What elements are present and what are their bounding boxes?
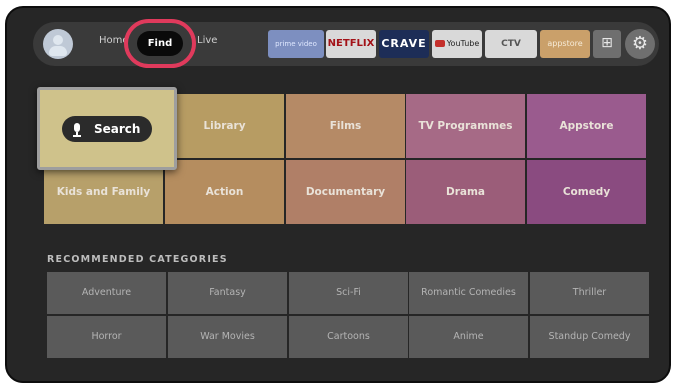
rec-tile[interactable]: War Movies xyxy=(168,316,287,358)
tile-documentary[interactable]: Documentary xyxy=(286,160,405,224)
youtube-label: YouTube xyxy=(446,39,480,48)
app-grid-icon[interactable]: ⊞ xyxy=(593,30,621,58)
app-prime-video[interactable]: prime video xyxy=(268,30,324,58)
rec-tile[interactable]: Standup Comedy xyxy=(530,316,649,358)
search-button[interactable]: Search xyxy=(62,116,152,142)
tile-tv-programmes[interactable]: TV Programmes xyxy=(406,94,525,158)
app-ctv[interactable]: CTV xyxy=(485,30,537,58)
rec-tile[interactable]: Anime xyxy=(409,316,528,358)
tile-library[interactable]: Library xyxy=(165,94,284,158)
rec-tile[interactable]: Adventure xyxy=(47,272,166,314)
app-netflix[interactable]: NETFLIX xyxy=(326,30,376,58)
tile-action[interactable]: Action xyxy=(165,160,284,224)
microphone-icon xyxy=(74,123,80,132)
rec-tile[interactable]: Romantic Comedies xyxy=(409,272,528,314)
rec-tile[interactable]: Thriller xyxy=(530,272,649,314)
find-highlight-ring xyxy=(124,19,196,68)
app-crave[interactable]: CRAVE xyxy=(379,30,429,58)
rec-tile[interactable]: Fantasy xyxy=(168,272,287,314)
microphone-base xyxy=(73,135,81,137)
tile-films[interactable]: Films xyxy=(286,94,405,158)
tv-screen: Home Live Find prime video NETFLIX CRAVE… xyxy=(5,6,671,383)
profile-avatar-icon[interactable] xyxy=(43,29,73,59)
recommended-categories: Adventure Fantasy Sci-Fi Romantic Comedi… xyxy=(47,272,651,360)
recommended-categories-title: RECOMMENDED CATEGORIES xyxy=(47,254,228,265)
avatar-body xyxy=(49,46,67,56)
nav-live[interactable]: Live xyxy=(197,35,217,46)
tile-appstore[interactable]: Appstore xyxy=(527,94,646,158)
search-label: Search xyxy=(94,122,141,136)
tile-drama[interactable]: Drama xyxy=(406,160,525,224)
top-navigation-bar: Home Live Find prime video NETFLIX CRAVE… xyxy=(33,19,659,68)
app-youtube[interactable]: YouTube xyxy=(432,30,482,58)
app-appstore[interactable]: appstore xyxy=(540,30,590,58)
search-card[interactable]: Search xyxy=(37,87,177,170)
gear-icon[interactable]: ⚙ xyxy=(625,29,655,59)
rec-tile[interactable]: Sci-Fi xyxy=(289,272,408,314)
avatar-head xyxy=(53,35,63,45)
tile-comedy[interactable]: Comedy xyxy=(527,160,646,224)
youtube-play-icon xyxy=(434,40,445,47)
rec-tile[interactable]: Horror xyxy=(47,316,166,358)
rec-tile[interactable]: Cartoons xyxy=(289,316,408,358)
